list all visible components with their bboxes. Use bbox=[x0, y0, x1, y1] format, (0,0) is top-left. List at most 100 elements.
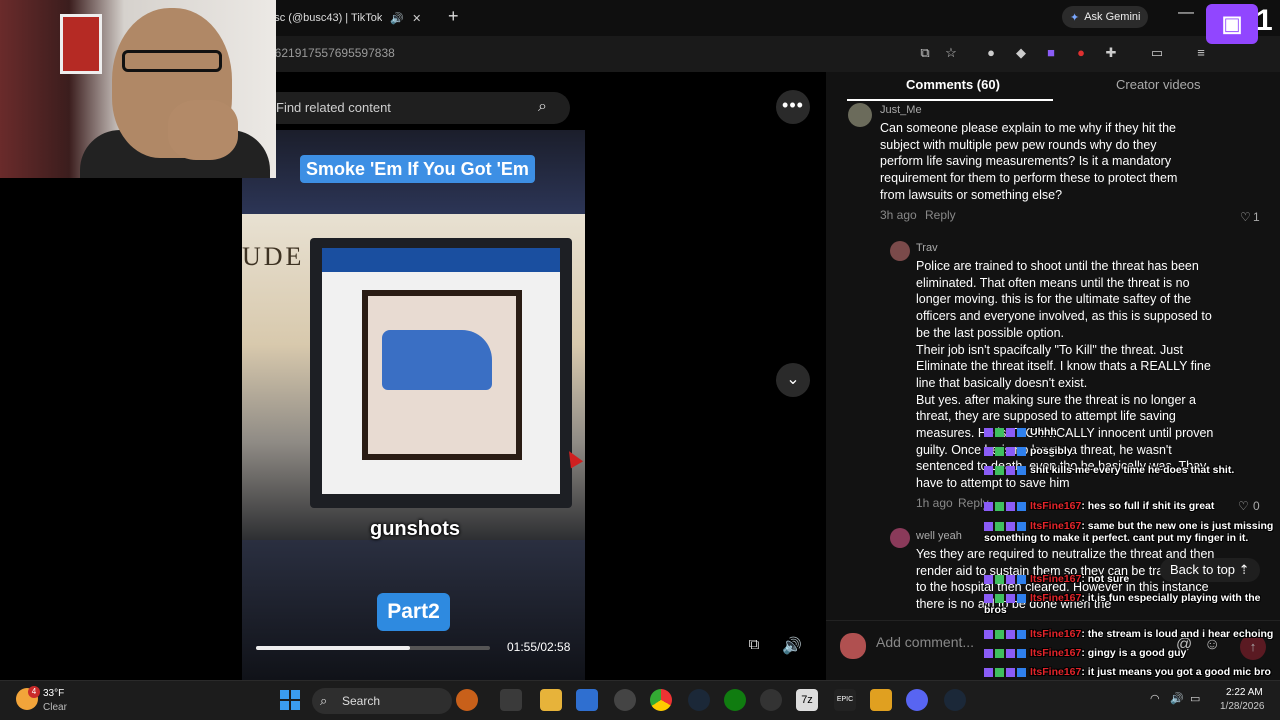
chat-username: ItsFine167 bbox=[1030, 592, 1082, 604]
taskbar bbox=[0, 680, 1280, 720]
steam-icon[interactable] bbox=[688, 689, 710, 711]
video-progress-fill bbox=[256, 646, 410, 650]
minimize-button[interactable]: — bbox=[1178, 4, 1194, 22]
search-icon: ⌕ bbox=[320, 693, 328, 708]
volume-icon[interactable]: 🔊 bbox=[1170, 692, 1184, 705]
comment-username[interactable]: Just_Me bbox=[880, 104, 922, 116]
sidebar-icon[interactable]: ▭ bbox=[1148, 44, 1166, 62]
chat-text: : it just means you got a good mic bro bbox=[1081, 666, 1271, 678]
part-label: Part2 bbox=[377, 593, 450, 631]
extensions-puzzle-icon[interactable]: ✚ bbox=[1102, 44, 1120, 62]
chat-text: : gingy is a good guy bbox=[1081, 647, 1187, 659]
chat-badges-icon bbox=[984, 593, 1026, 603]
app-icon[interactable] bbox=[614, 689, 636, 711]
taskbar-search[interactable]: Search bbox=[312, 688, 452, 714]
tab-comments[interactable]: Comments (60) bbox=[906, 77, 1000, 92]
avatar[interactable] bbox=[890, 241, 910, 261]
chat-badges-icon bbox=[984, 427, 1026, 437]
chat-username: ItsFine167 bbox=[1030, 573, 1082, 585]
next-video-button[interactable]: ⌄ bbox=[776, 363, 810, 397]
ask-gemini-label: Ask Gemini bbox=[1084, 11, 1141, 23]
widget-icon[interactable] bbox=[456, 689, 478, 711]
chat-text: shit kills me every time he does that sh… bbox=[1030, 464, 1235, 476]
windows-start-icon[interactable] bbox=[280, 690, 300, 710]
chat-username: ItsFine167 bbox=[1030, 666, 1082, 678]
extension-color-icon[interactable]: ● bbox=[982, 44, 1000, 62]
ask-gemini-button[interactable]: ✦ Ask Gemini bbox=[1062, 6, 1149, 28]
comment-time: 1h ago bbox=[916, 496, 953, 510]
chat-badges-icon bbox=[984, 465, 1026, 475]
chat-message: ItsFine167: not sure bbox=[984, 573, 1129, 585]
twitch-logo-icon: ▣ bbox=[1206, 4, 1258, 44]
store-icon[interactable] bbox=[576, 689, 598, 711]
like-count: 0 bbox=[1253, 499, 1260, 513]
comment-username[interactable]: well yeah bbox=[916, 530, 962, 542]
avatar[interactable] bbox=[890, 528, 910, 548]
menu-icon[interactable]: ≡ bbox=[1192, 44, 1210, 62]
wifi-icon[interactable]: ◠ bbox=[1150, 692, 1160, 705]
discord-icon[interactable] bbox=[906, 689, 928, 711]
chat-text: Uhhh bbox=[1030, 426, 1057, 438]
weather-temperature[interactable]: 33°F bbox=[43, 688, 64, 699]
extension-red-icon[interactable]: ● bbox=[1072, 44, 1090, 62]
steam-icon[interactable] bbox=[944, 689, 966, 711]
picture-in-picture-icon[interactable]: ⧉ bbox=[742, 636, 766, 660]
chat-text: possibly bbox=[1030, 445, 1073, 457]
chat-message: ItsFine167: the stream is loud and i hea… bbox=[984, 628, 1273, 640]
back-to-top-button[interactable]: Back to top ⇡ bbox=[1160, 558, 1260, 582]
app-icon[interactable] bbox=[870, 689, 892, 711]
video-caption-title: Smoke 'Em If You Got 'Em bbox=[300, 155, 535, 183]
url-text[interactable]: 7621917557695597838 bbox=[268, 46, 395, 60]
browser-tab[interactable]: busc (@busc43) | TikTok 🔊 ✕ bbox=[262, 4, 440, 32]
xbox-icon[interactable] bbox=[724, 689, 746, 711]
chat-badges-icon bbox=[984, 667, 1026, 677]
chat-message: ItsFine167: same but the new one is just… bbox=[984, 520, 1280, 544]
like-icon[interactable]: ♡ bbox=[1238, 499, 1249, 513]
tab-underline bbox=[847, 99, 1053, 101]
extension-twitch-icon[interactable]: ■ bbox=[1042, 44, 1060, 62]
chat-username: ItsFine167 bbox=[1030, 520, 1082, 532]
more-options-button[interactable]: ••• bbox=[776, 90, 810, 124]
search-icon[interactable]: ⌕ bbox=[538, 98, 547, 116]
speaker-icon[interactable]: 🔊 bbox=[390, 12, 404, 25]
clock-date[interactable]: 1/28/2026 bbox=[1220, 701, 1265, 712]
chat-message: ItsFine167: it just means you got a good… bbox=[984, 666, 1271, 678]
video-timecode: 01:55/02:58 bbox=[507, 640, 571, 654]
plus-icon[interactable]: + bbox=[448, 6, 459, 27]
comment-time: 3h ago bbox=[880, 208, 917, 222]
volume-icon[interactable]: 🔊 bbox=[780, 636, 804, 660]
chrome-icon[interactable] bbox=[650, 689, 672, 711]
chat-message: ItsFine167: hes so full if shit its grea… bbox=[984, 500, 1214, 512]
tab-title: busc (@busc43) | TikTok bbox=[262, 12, 383, 24]
chat-badges-icon bbox=[984, 574, 1026, 584]
reply-button[interactable]: Reply bbox=[925, 208, 956, 222]
bookmark-star-icon[interactable]: ☆ bbox=[942, 44, 960, 62]
task-view-icon[interactable] bbox=[500, 689, 522, 711]
chat-text: : the stream is loud and i hear echoing bbox=[1081, 628, 1274, 640]
folder-icon[interactable] bbox=[540, 689, 562, 711]
chat-message: ItsFine167: gingy is a good guy bbox=[984, 647, 1186, 659]
tab-creator-videos[interactable]: Creator videos bbox=[1116, 77, 1201, 92]
chat-message: possibly bbox=[984, 445, 1073, 457]
battery-icon[interactable]: ▭ bbox=[1190, 692, 1200, 705]
close-icon[interactable]: ✕ bbox=[412, 12, 421, 25]
extension-diamond-icon[interactable]: ◆ bbox=[1012, 44, 1030, 62]
obs-icon[interactable] bbox=[760, 689, 782, 711]
comment-text: Can someone please explain to me why if … bbox=[880, 121, 1178, 202]
avatar[interactable] bbox=[840, 633, 866, 659]
weather-badge: 4 bbox=[28, 686, 40, 698]
like-icon[interactable]: ♡ bbox=[1240, 210, 1251, 224]
chat-text: : not sure bbox=[1081, 573, 1130, 585]
chat-badges-icon bbox=[984, 648, 1026, 658]
weather-condition[interactable]: Clear bbox=[43, 702, 67, 713]
comment-username[interactable]: Trav bbox=[916, 242, 938, 254]
avatar[interactable] bbox=[848, 103, 872, 127]
chat-badges-icon bbox=[984, 501, 1026, 511]
chat-text: : same but the new one is just missing s… bbox=[984, 520, 1274, 544]
sevenzip-icon[interactable]: 7z bbox=[796, 689, 818, 711]
epic-games-icon[interactable]: EPIC bbox=[834, 689, 856, 711]
install-icon[interactable]: ⧉ bbox=[916, 44, 934, 62]
search-input[interactable]: Find related content bbox=[262, 92, 570, 124]
chat-badges-icon bbox=[984, 629, 1026, 639]
clock-time[interactable]: 2:22 AM bbox=[1226, 687, 1263, 698]
